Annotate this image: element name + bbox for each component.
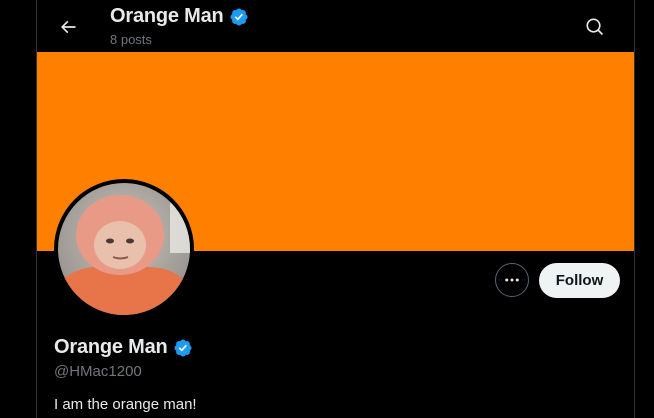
back-button[interactable] [51,10,85,44]
header-display-name: Orange Man [110,5,224,27]
follow-button[interactable]: Follow [539,263,620,298]
arrow-left-icon [60,20,76,34]
verified-badge-icon[interactable] [173,338,193,358]
profile-avatar[interactable] [54,179,194,319]
profile-bio: I am the orange man! [54,396,197,413]
more-options-button[interactable] [495,263,529,297]
profile-name-row: Orange Man [54,336,193,359]
profile-handle: @HMac1200 [54,363,142,380]
header-posts-count: 8 posts [110,32,152,47]
verified-badge-icon [229,7,249,27]
profile-header: Orange Man 8 posts [37,0,634,52]
search-button[interactable] [578,10,612,44]
search-icon [586,18,604,36]
avatar-image [58,183,190,315]
header-title-row: Orange Man [110,5,249,28]
more-horizontal-icon [505,278,519,282]
profile-display-name: Orange Man [54,336,168,358]
profile-page: Orange Man 8 posts Follow Orange Man @HM… [36,0,635,418]
